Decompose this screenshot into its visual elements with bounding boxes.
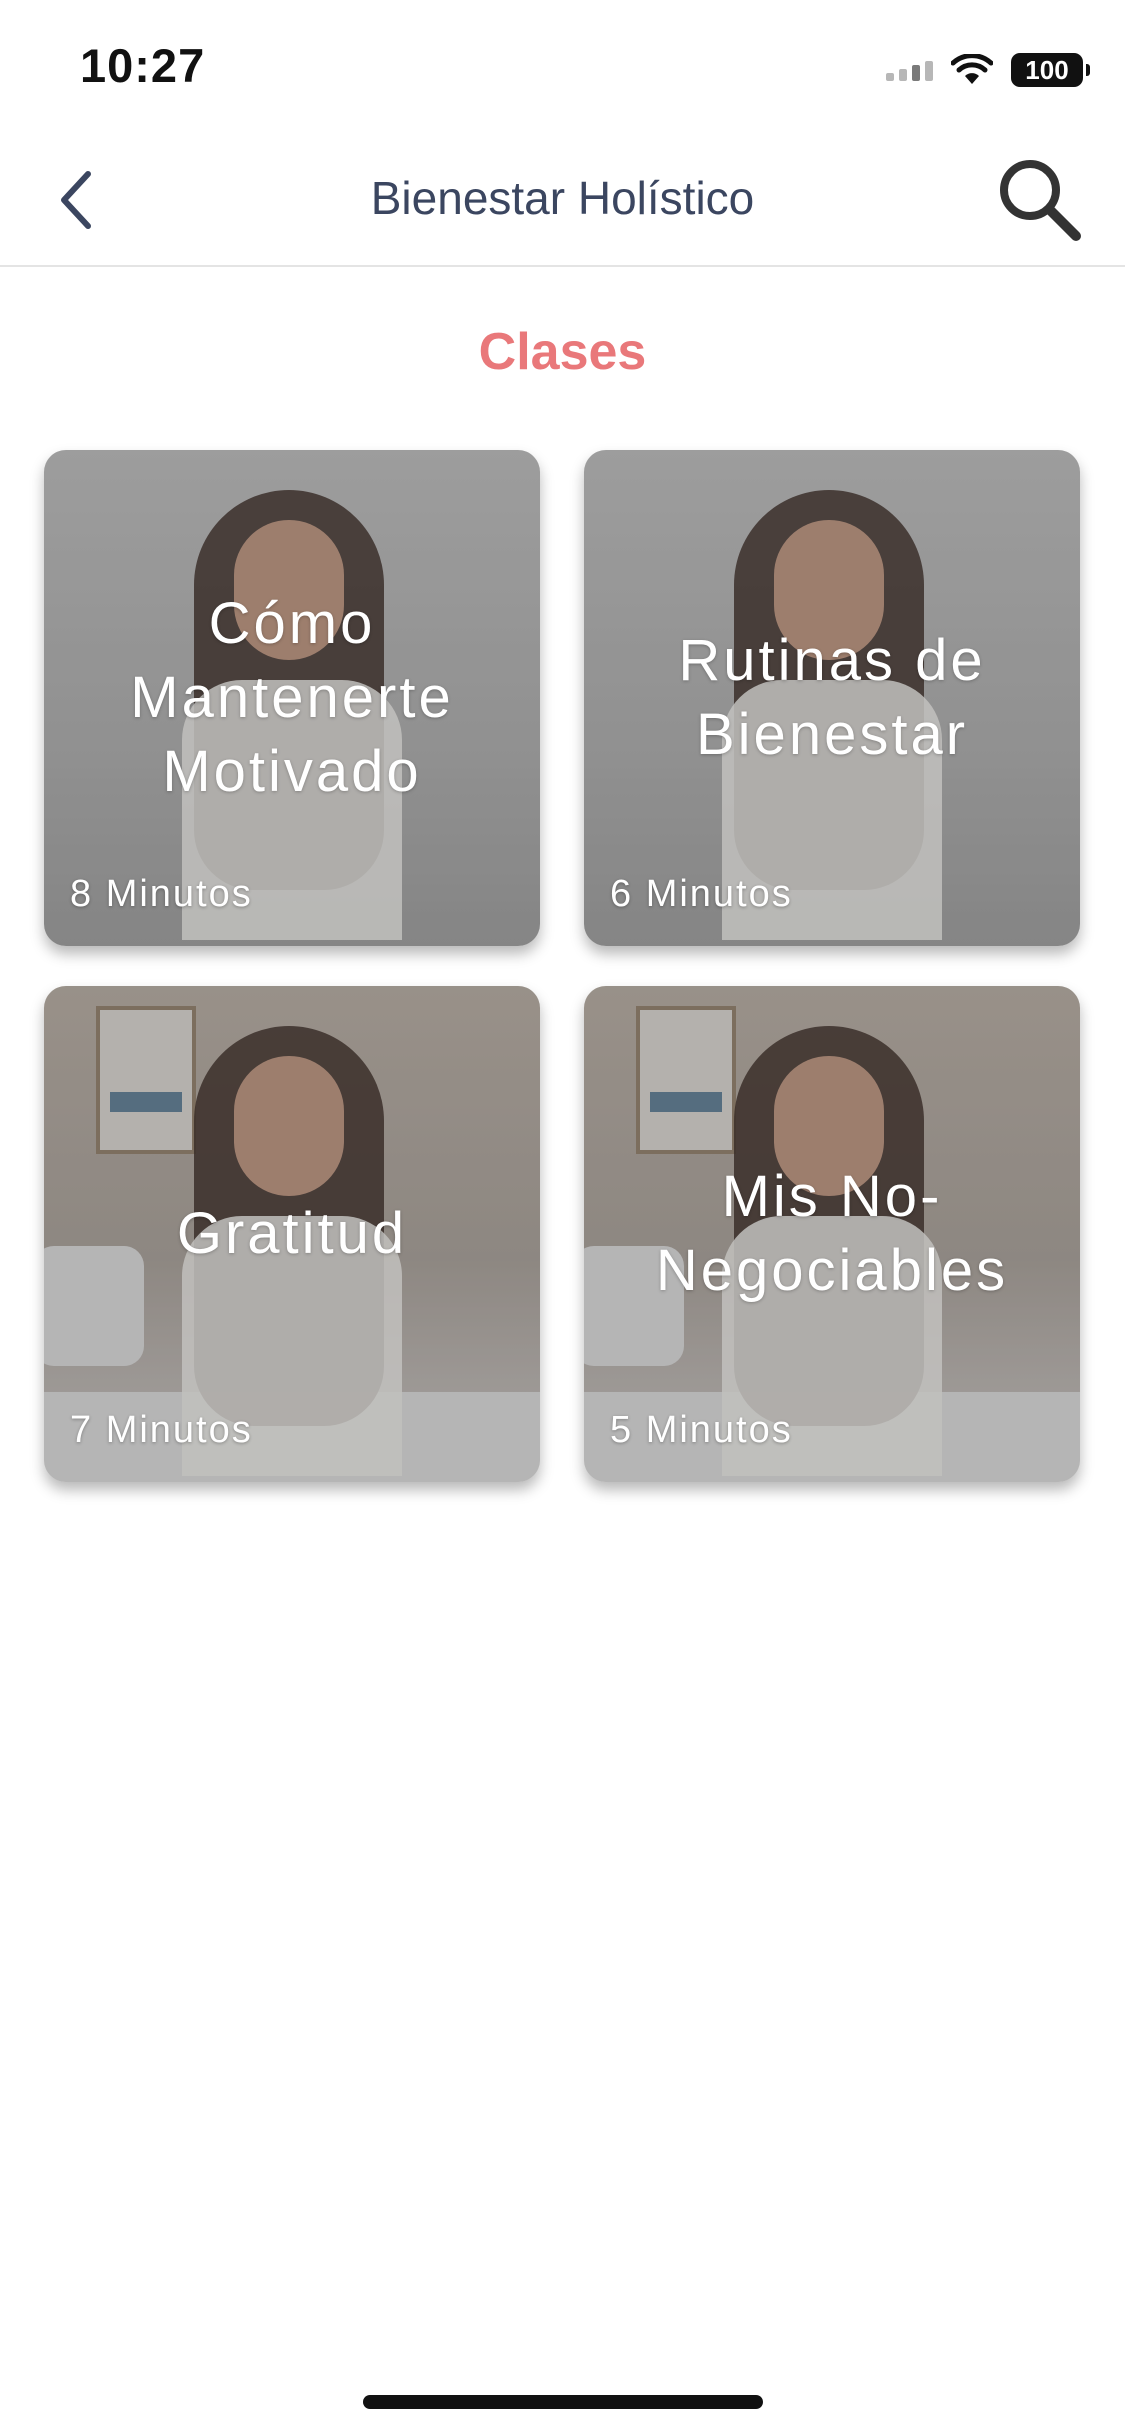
cellular-signal-icon — [886, 59, 933, 81]
card-title: Gratitud — [176, 1201, 408, 1266]
search-button[interactable] — [989, 149, 1089, 249]
card-duration: 6 Minutos — [610, 873, 793, 915]
home-indicator[interactable] — [363, 2395, 763, 2409]
class-card[interactable]: Rutinas de Bienestar 6 Minutos — [584, 450, 1080, 946]
class-card[interactable]: Cómo Mantenerte Motivado 8 Minutos — [44, 450, 540, 946]
status-bar: 10:27 100 — [0, 0, 1125, 135]
status-icons: 100 — [886, 50, 1090, 90]
card-title: Mis No-Negociables — [655, 1164, 1009, 1303]
card-duration: 7 Minutos — [70, 1409, 253, 1451]
card-duration: 8 Minutos — [70, 873, 253, 915]
battery-level: 100 — [1025, 54, 1069, 85]
nav-bar: Bienestar Holístico — [0, 135, 1125, 267]
class-grid: Cómo Mantenerte Motivado 8 Minutos Rutin… — [44, 450, 1081, 1482]
section-title: Clases — [478, 323, 647, 381]
battery-icon: 100 — [1011, 53, 1090, 87]
card-title: Rutinas de Bienestar — [678, 628, 986, 767]
class-card[interactable]: Mis No-Negociables 5 Minutos — [584, 986, 1080, 1482]
page-title: Bienestar Holístico — [370, 172, 755, 224]
card-duration: 5 Minutos — [610, 1409, 793, 1451]
status-time: 10:27 — [80, 39, 206, 92]
search-icon — [1000, 160, 1081, 241]
class-card[interactable]: Gratitud 7 Minutos — [44, 986, 540, 1482]
wifi-icon — [951, 54, 993, 84]
card-title: Cómo Mantenerte Motivado — [130, 591, 454, 804]
